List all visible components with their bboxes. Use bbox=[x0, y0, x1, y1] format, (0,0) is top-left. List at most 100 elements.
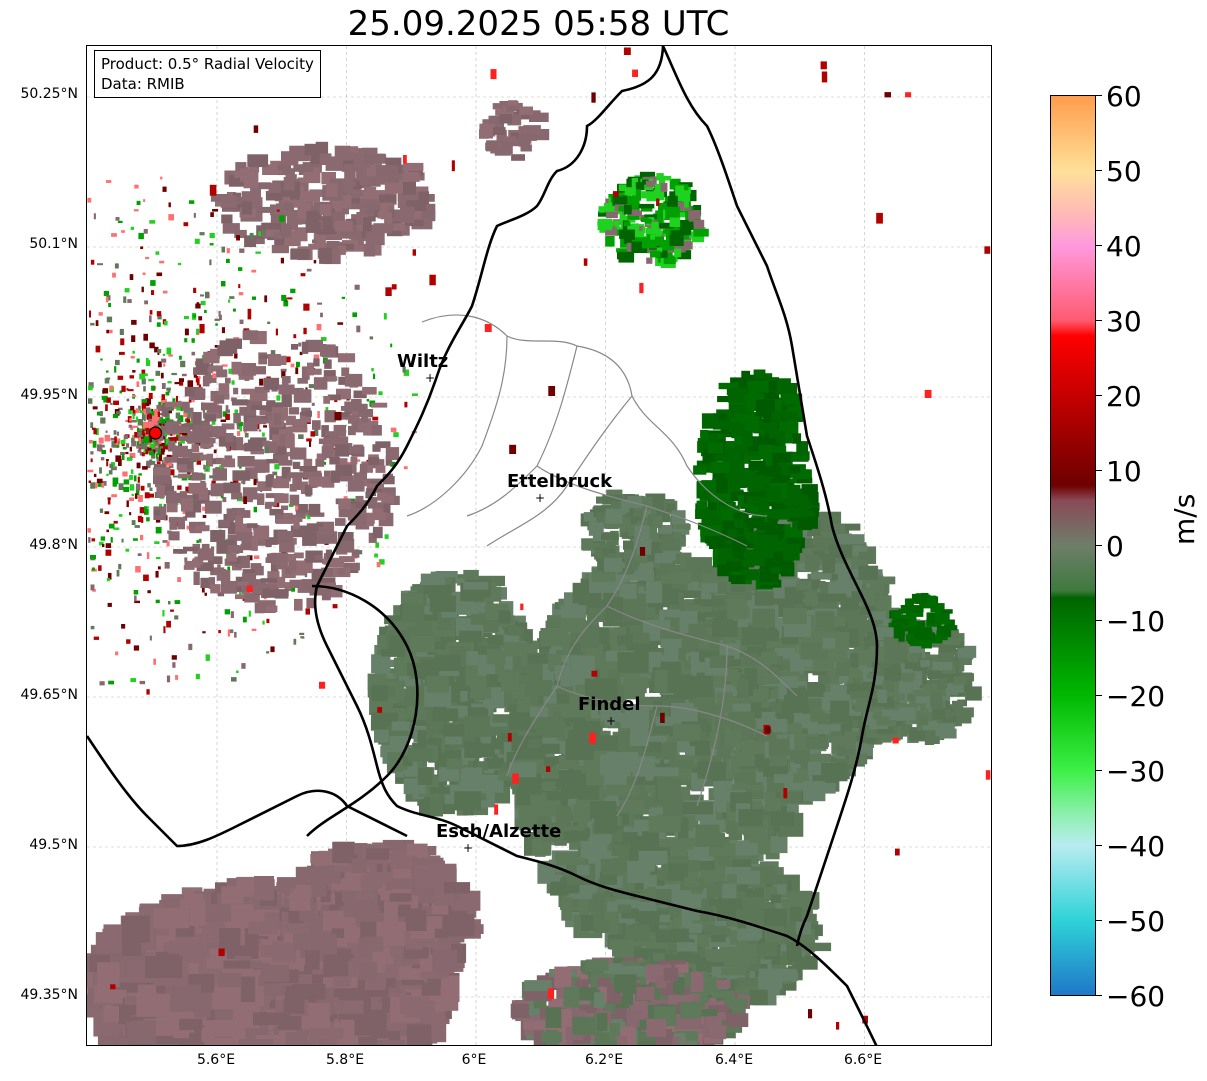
map-title: 25.09.2025 05:58 UTC bbox=[347, 4, 730, 44]
echo-cell bbox=[830, 700, 850, 722]
echo-cell bbox=[727, 599, 748, 620]
echo-cell bbox=[742, 430, 753, 447]
echo-cell bbox=[629, 727, 649, 747]
echo-cell bbox=[704, 536, 724, 544]
echo-cell bbox=[464, 716, 491, 737]
echo-cell bbox=[430, 795, 443, 817]
echo-cell bbox=[374, 729, 389, 743]
echo-cell bbox=[710, 461, 730, 474]
echo-cell bbox=[653, 952, 665, 962]
echo-cell bbox=[669, 234, 684, 246]
echo-cell bbox=[877, 689, 887, 703]
echo-cell bbox=[701, 583, 718, 593]
echo-cell bbox=[666, 503, 675, 512]
radar-map[interactable] bbox=[86, 45, 992, 1046]
echo-cell bbox=[876, 716, 890, 726]
echo-cell bbox=[944, 625, 958, 631]
echo-cell bbox=[674, 248, 682, 258]
echo-cell bbox=[676, 942, 698, 952]
echo-cell bbox=[572, 720, 601, 736]
echo-cell bbox=[726, 561, 743, 571]
echo-cell bbox=[712, 620, 738, 637]
echo-cell bbox=[692, 210, 701, 217]
echo-cell bbox=[665, 206, 680, 219]
echo-cell bbox=[638, 203, 655, 209]
echo-cell bbox=[898, 707, 916, 721]
echo-cell bbox=[758, 968, 783, 990]
echo-cell bbox=[466, 651, 479, 666]
echo-cell bbox=[528, 739, 541, 749]
echo-cell bbox=[645, 581, 663, 604]
echo-cell bbox=[769, 755, 787, 767]
echo-cell bbox=[772, 722, 788, 733]
echo-cell bbox=[684, 876, 700, 887]
echo-cell bbox=[784, 782, 807, 791]
echo-cell bbox=[731, 574, 745, 584]
echo-cell bbox=[434, 654, 461, 672]
echo-cell bbox=[765, 486, 782, 501]
echo-cell bbox=[854, 703, 875, 713]
echo-cell bbox=[605, 236, 615, 247]
echo-cell bbox=[700, 429, 709, 437]
echo-cell bbox=[663, 742, 677, 760]
echo-cell bbox=[709, 432, 718, 443]
echo-cell bbox=[715, 478, 729, 494]
echo-cell bbox=[965, 686, 982, 701]
echo-cell bbox=[780, 562, 795, 577]
echo-cell bbox=[635, 911, 660, 923]
echo-cell bbox=[931, 691, 943, 702]
echo-cell bbox=[560, 605, 587, 619]
echo-cell bbox=[840, 597, 859, 610]
echo-cell bbox=[624, 204, 632, 215]
echo-cell bbox=[733, 546, 745, 559]
echo-cell bbox=[609, 939, 635, 950]
echo-cell bbox=[656, 175, 672, 181]
echo-cell bbox=[821, 762, 848, 782]
echo-cell bbox=[330, 1045, 363, 1046]
echo-cell bbox=[635, 182, 645, 191]
echo-cell bbox=[895, 618, 909, 625]
echo-cell bbox=[792, 433, 802, 444]
echo-cell bbox=[403, 603, 425, 623]
echo-cell bbox=[667, 195, 678, 208]
echo-cell bbox=[758, 444, 774, 455]
echo-cell bbox=[624, 187, 636, 196]
echo-cell bbox=[405, 683, 426, 705]
echo-cell bbox=[750, 788, 764, 800]
echo-cell bbox=[407, 748, 433, 762]
echo-cell bbox=[426, 675, 449, 693]
echo-cell bbox=[748, 460, 766, 471]
echo-cell bbox=[371, 685, 388, 701]
echo-cell bbox=[695, 824, 720, 847]
echo-cell bbox=[693, 465, 707, 475]
echo-cell bbox=[737, 977, 758, 987]
echo-cell bbox=[466, 602, 487, 613]
echo-cell bbox=[623, 540, 634, 550]
echo-cell bbox=[492, 714, 509, 723]
echo-cell bbox=[701, 699, 715, 711]
echo-cell bbox=[806, 736, 828, 750]
echo-cell bbox=[921, 640, 932, 649]
echo-cell bbox=[822, 553, 835, 574]
echo-cell bbox=[605, 597, 623, 620]
echo-cell bbox=[923, 684, 938, 691]
echo-cell bbox=[858, 551, 872, 560]
echo-cell bbox=[741, 896, 765, 919]
echo-cell bbox=[641, 239, 657, 249]
echo-cell bbox=[446, 758, 463, 770]
echo-cell bbox=[952, 700, 964, 710]
echo-cell bbox=[846, 534, 865, 545]
echo-cell bbox=[370, 718, 386, 731]
echo-cell bbox=[560, 772, 586, 796]
echo-cell bbox=[700, 599, 724, 607]
echo-cell bbox=[701, 413, 719, 429]
echo-cell bbox=[669, 217, 681, 227]
echo-cell bbox=[787, 890, 813, 909]
echo-cell bbox=[721, 967, 748, 976]
echo-cell bbox=[693, 228, 709, 237]
echo-cell bbox=[570, 655, 595, 679]
echo-cell bbox=[815, 611, 835, 631]
echo-cell bbox=[736, 870, 760, 885]
echo-cell bbox=[709, 898, 727, 907]
echo-cell bbox=[604, 558, 622, 572]
